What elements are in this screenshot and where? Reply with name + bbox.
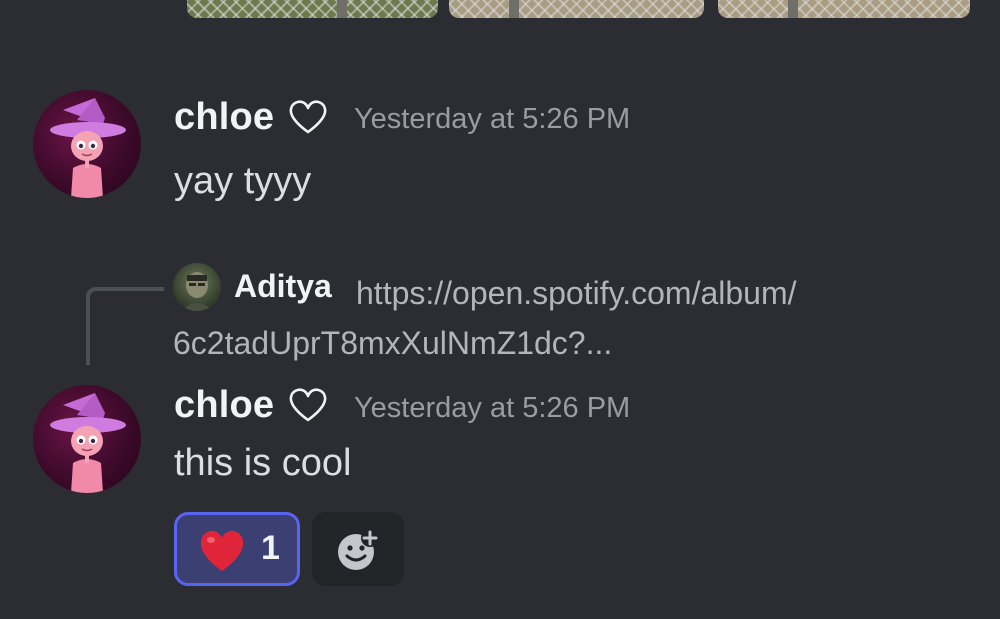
- add-reaction-button[interactable]: [312, 512, 404, 586]
- reply-avatar[interactable]: [173, 263, 221, 311]
- message-timestamp: Yesterday at 5:26 PM: [354, 392, 631, 424]
- author-name[interactable]: chloe: [174, 384, 274, 427]
- reaction-count: 1: [261, 529, 280, 567]
- reply-preview-text-continued[interactable]: 6c2tadUprT8mxXulNmZ1dc?...: [173, 318, 612, 368]
- message-text: this is cool: [174, 442, 352, 484]
- reply-author-name[interactable]: Aditya: [234, 268, 332, 305]
- reaction-heart-button[interactable]: 1: [174, 512, 300, 586]
- heart-outline-icon: [289, 388, 327, 422]
- avatar[interactable]: [33, 385, 141, 493]
- image-attachment[interactable]: [718, 0, 970, 18]
- reply-connector: [86, 287, 164, 365]
- author-name[interactable]: chloe: [174, 96, 274, 139]
- add-reaction-icon: [338, 529, 379, 570]
- reply-preview-text[interactable]: https://open.spotify.com/album/: [356, 268, 916, 318]
- avatar[interactable]: [33, 90, 141, 198]
- image-attachment[interactable]: [187, 0, 438, 18]
- chat-view: chloe Yesterday at 5:26 PM yay tyyy Adit…: [0, 0, 1000, 619]
- message-timestamp: Yesterday at 5:26 PM: [354, 103, 631, 135]
- message-text: yay tyyy: [174, 160, 312, 202]
- red-heart-icon: [200, 530, 244, 571]
- image-attachment[interactable]: [449, 0, 704, 18]
- heart-outline-icon: [289, 100, 327, 134]
